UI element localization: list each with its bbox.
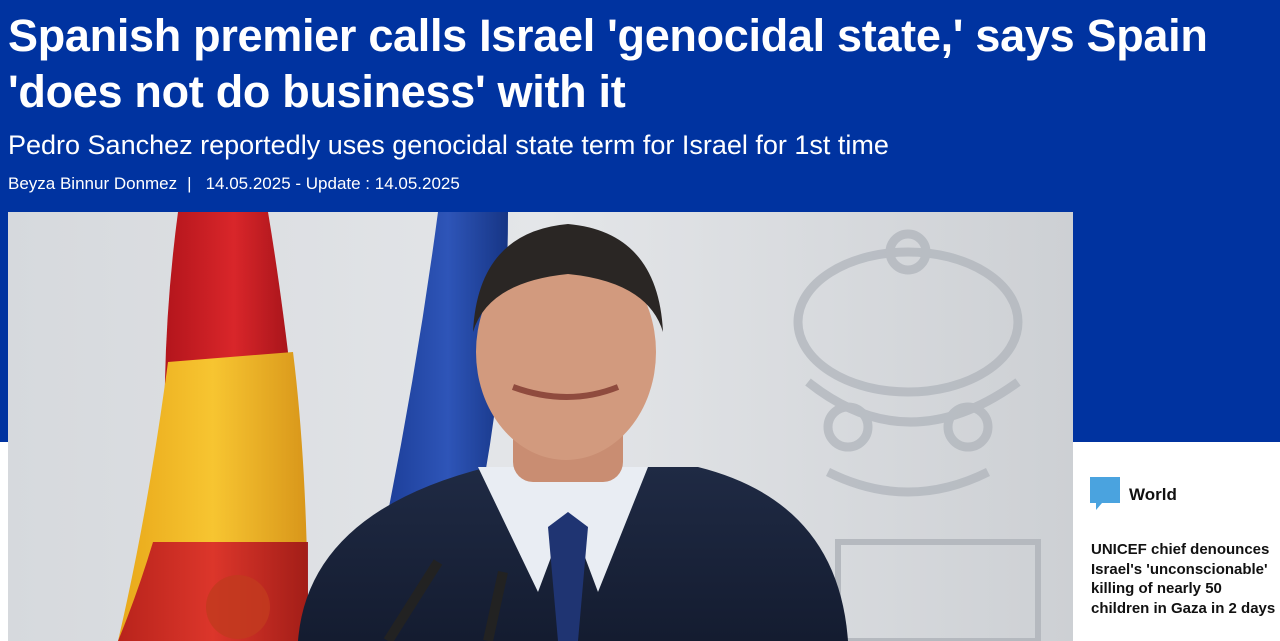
author-name[interactable]: Beyza Binnur Donmez (8, 174, 177, 193)
publish-dates: 14.05.2025 - Update : 14.05.2025 (205, 174, 460, 193)
category-link[interactable]: World (1090, 477, 1177, 513)
article-headline: Spanish premier calls Israel 'genocidal … (8, 10, 1208, 117)
article-byline: Beyza Binnur Donmez | 14.05.2025 - Update … (8, 173, 460, 195)
byline-separator: | (187, 174, 192, 193)
related-article-link[interactable]: UNICEF chief denounces Israel's 'unconsc… (1091, 540, 1277, 618)
related-sidebar: World UNICEF chief denounces Israel's 'u… (1074, 442, 1280, 641)
article-photo[interactable] (8, 212, 1073, 641)
article-subtitle: Pedro Sanchez reportedly uses genocidal … (8, 130, 889, 160)
speech-bubble-icon (1090, 477, 1120, 510)
category-label: World (1129, 485, 1177, 504)
